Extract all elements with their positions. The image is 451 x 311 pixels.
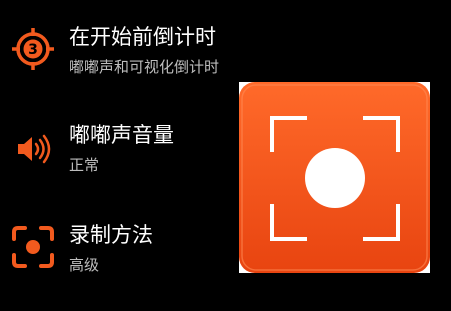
setting-beep-volume[interactable]: 嘟嘟声音量 正常	[0, 112, 240, 182]
setting-countdown[interactable]: 3 在开始前倒计时 嘟嘟声和可视化倒计时	[0, 14, 240, 84]
countdown-target-icon: 3	[10, 26, 56, 72]
settings-screen: 3 在开始前倒计时 嘟嘟声和可视化倒计时 嘟嘟声音量 正常 录制方法 高级	[0, 0, 451, 311]
setting-title: 嘟嘟声音量	[69, 123, 174, 147]
setting-value: 高级	[69, 256, 100, 274]
record-frame-icon	[10, 224, 56, 270]
countdown-number: 3	[28, 42, 38, 58]
screen-recorder-app-icon	[239, 82, 430, 273]
setting-value: 嘟嘟声和可视化倒计时	[69, 58, 220, 76]
setting-title: 录制方法	[69, 223, 153, 247]
setting-value: 正常	[69, 156, 100, 174]
setting-title: 在开始前倒计时	[69, 25, 216, 49]
setting-recording-method[interactable]: 录制方法 高级	[0, 212, 240, 282]
speaker-volume-icon	[10, 126, 56, 172]
